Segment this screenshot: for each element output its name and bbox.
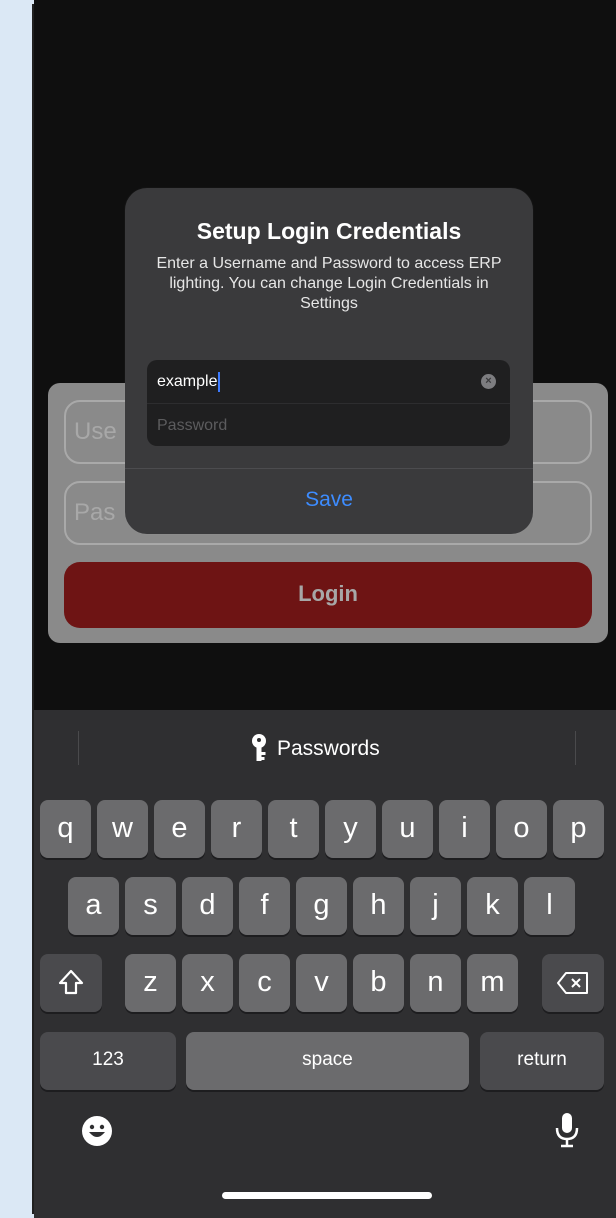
key-label: d [199, 889, 216, 921]
key-n[interactable]: n [410, 954, 461, 1012]
key-label: b [370, 966, 387, 998]
return-key[interactable]: return [480, 1032, 604, 1090]
username-placeholder: Use [74, 418, 117, 445]
key-label: h [370, 889, 387, 921]
key-label: c [257, 966, 272, 998]
key-o[interactable]: o [496, 800, 547, 858]
key-m[interactable]: m [467, 954, 518, 1012]
key-label: p [570, 812, 587, 844]
keyboard-suggestion-bar: Passwords [34, 710, 616, 786]
key-i[interactable]: i [439, 800, 490, 858]
save-button-label: Save [305, 488, 353, 511]
key-w[interactable]: w [97, 800, 148, 858]
key-label: x [200, 966, 215, 998]
alert-message: Enter a Username and Password to access … [156, 255, 502, 312]
key-g[interactable]: g [296, 877, 347, 935]
alert-username-field[interactable]: example × [147, 360, 510, 403]
key-q[interactable]: q [40, 800, 91, 858]
space-key[interactable]: space [186, 1032, 469, 1090]
key-l[interactable]: l [524, 877, 575, 935]
key-s[interactable]: s [125, 877, 176, 935]
key-label: u [399, 812, 416, 844]
key-t[interactable]: t [268, 800, 319, 858]
key-label: t [289, 812, 298, 844]
key-label: o [513, 812, 530, 844]
save-button[interactable]: Save [125, 469, 533, 534]
key-r[interactable]: r [211, 800, 262, 858]
key-label: n [427, 966, 444, 998]
emoji-icon[interactable] [80, 1114, 114, 1148]
key-y[interactable]: y [325, 800, 376, 858]
mic-icon[interactable] [552, 1110, 582, 1150]
alert-password-placeholder: Password [157, 417, 228, 434]
key-label: v [314, 966, 329, 998]
keyboard: Passwords q w e r t y u i o p a s d f g … [34, 710, 616, 1218]
key-label: k [485, 889, 500, 921]
key-b[interactable]: b [353, 954, 404, 1012]
phone-screen: Use Pas Login Setup Login Credentials En… [34, 0, 616, 1218]
key-label: s [143, 889, 158, 921]
alert-username-value: example [157, 373, 218, 390]
text-cursor [218, 371, 221, 392]
suggestion-divider-right [575, 731, 576, 765]
key-c[interactable]: c [239, 954, 290, 1012]
alert-title: Setup Login Credentials [196, 218, 462, 244]
key-j[interactable]: j [410, 877, 461, 935]
numbers-key[interactable]: 123 [40, 1032, 176, 1090]
key-label: i [461, 812, 468, 844]
login-button-label: Login [298, 581, 358, 606]
passwords-label: Passwords [277, 737, 380, 760]
key-u[interactable]: u [382, 800, 433, 858]
shift-icon [58, 969, 84, 995]
clear-icon[interactable]: × [481, 374, 496, 389]
key-d[interactable]: d [182, 877, 233, 935]
shift-key[interactable] [40, 954, 102, 1012]
key-label: f [260, 889, 269, 921]
key-label: z [143, 966, 158, 998]
key-label: j [432, 889, 439, 921]
login-button[interactable]: Login [64, 562, 592, 628]
alert-fields: example × Password [147, 360, 510, 446]
key-p[interactable]: p [553, 800, 604, 858]
key-label: l [546, 889, 553, 921]
key-label: e [171, 812, 188, 844]
key-f[interactable]: f [239, 877, 290, 935]
passwords-suggestion[interactable]: Passwords [249, 734, 380, 764]
suggestion-divider-left [78, 731, 79, 765]
key-label: m [480, 966, 505, 998]
numbers-key-label: 123 [92, 1049, 124, 1070]
key-a[interactable]: a [68, 877, 119, 935]
setup-credentials-alert: Setup Login Credentials Enter a Username… [125, 188, 533, 534]
key-v[interactable]: v [296, 954, 347, 1012]
backspace-key[interactable] [542, 954, 604, 1012]
return-key-label: return [517, 1049, 567, 1070]
key-icon [252, 734, 266, 761]
key-label: g [313, 889, 330, 921]
alert-password-field[interactable]: Password [147, 403, 510, 446]
key-z[interactable]: z [125, 954, 176, 1012]
space-key-label: space [302, 1049, 353, 1070]
key-label: r [231, 812, 242, 844]
key-label: a [85, 889, 102, 921]
key-h[interactable]: h [353, 877, 404, 935]
home-indicator [222, 1192, 432, 1199]
key-label: w [112, 812, 133, 844]
key-e[interactable]: e [154, 800, 205, 858]
password-placeholder: Pas [74, 499, 116, 526]
key-k[interactable]: k [467, 877, 518, 935]
backspace-icon [557, 972, 588, 994]
key-x[interactable]: x [182, 954, 233, 1012]
key-label: q [57, 812, 74, 844]
key-label: y [343, 812, 358, 844]
frame-left-strip [0, 0, 34, 1218]
